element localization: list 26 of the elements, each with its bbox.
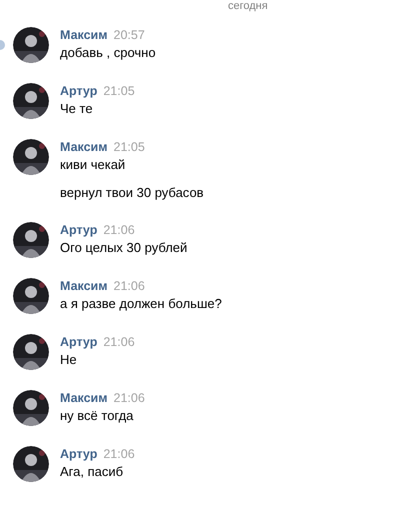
message-time: 21:06: [103, 446, 135, 463]
message-time: 21:06: [103, 334, 135, 351]
date-divider: сегодня: [228, 0, 268, 13]
message-text: Че те: [60, 100, 94, 118]
author-name[interactable]: Артур: [60, 334, 98, 351]
message-time: 21:06: [103, 222, 135, 239]
message-text: а я разве должен больше?: [60, 295, 222, 313]
author-name[interactable]: Артур: [60, 222, 98, 239]
message-text: Ага, пасиб: [60, 463, 124, 481]
message-time: 21:05: [103, 83, 135, 100]
message-time: 21:06: [114, 390, 145, 407]
message-text: ну всё тогда: [60, 407, 134, 425]
message-text: киви чекай: [60, 156, 126, 174]
author-name[interactable]: Максим: [60, 27, 108, 44]
message-text: Не: [60, 351, 78, 369]
message-time: 21:06: [114, 278, 145, 295]
message-text: Ого целых 30 рублей: [60, 239, 188, 257]
author-name[interactable]: Артур: [60, 446, 98, 463]
message-text: вернул твои 30 рубасов: [60, 184, 204, 202]
message-text: добавь , срочно: [60, 44, 156, 62]
author-name[interactable]: Максим: [60, 390, 108, 407]
author-name[interactable]: Максим: [60, 139, 108, 156]
author-name[interactable]: Максим: [60, 278, 108, 295]
author-name[interactable]: Артур: [60, 83, 98, 100]
message-time: 20:57: [114, 27, 145, 44]
message-time: 21:05: [114, 139, 145, 156]
